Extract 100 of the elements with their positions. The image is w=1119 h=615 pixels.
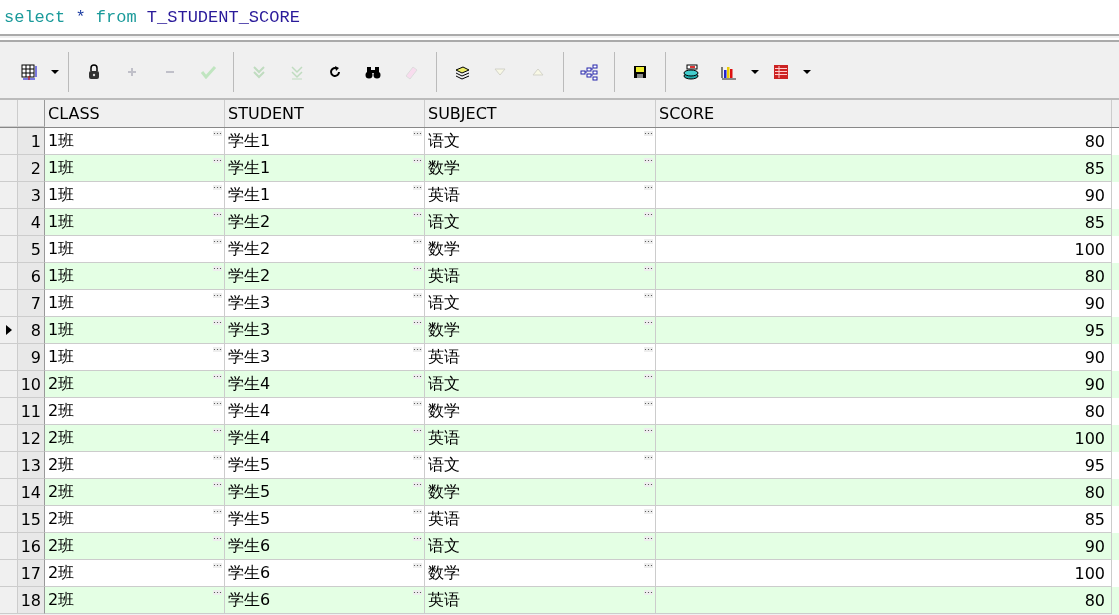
ellipsis-icon[interactable]: [413, 482, 422, 487]
ellipsis-icon[interactable]: [213, 158, 222, 163]
row-number[interactable]: 14: [18, 479, 45, 506]
ellipsis-icon[interactable]: [413, 239, 422, 244]
ellipsis-icon[interactable]: [644, 239, 653, 244]
row-number[interactable]: 9: [18, 344, 45, 371]
ellipsis-icon[interactable]: [644, 158, 653, 163]
sql-editor[interactable]: select * from T_STUDENT_SCORE: [0, 0, 1119, 36]
row-number[interactable]: 11: [18, 398, 45, 425]
table-row[interactable]: 16 2班 学生6 语文 90: [0, 533, 1119, 560]
ellipsis-icon[interactable]: [413, 536, 422, 541]
table-row[interactable]: 4 1班 学生2 语文 85: [0, 209, 1119, 236]
table-cell: 1班: [48, 292, 75, 314]
ellipsis-icon[interactable]: [413, 590, 422, 595]
ellipsis-icon[interactable]: [644, 131, 653, 136]
ellipsis-icon[interactable]: [213, 347, 222, 352]
ellipsis-icon[interactable]: [213, 509, 222, 514]
ellipsis-icon[interactable]: [213, 455, 222, 460]
row-number[interactable]: 10: [18, 371, 45, 398]
ellipsis-icon[interactable]: [213, 563, 222, 568]
row-number[interactable]: 1: [18, 128, 45, 155]
ellipsis-icon[interactable]: [644, 320, 653, 325]
ellipsis-icon[interactable]: [213, 590, 222, 595]
ellipsis-icon[interactable]: [213, 212, 222, 217]
column-header[interactable]: SCORE: [656, 100, 1112, 127]
ellipsis-icon[interactable]: [413, 185, 422, 190]
column-header[interactable]: STUDENT: [225, 100, 425, 127]
row-number[interactable]: 3: [18, 182, 45, 209]
ellipsis-icon[interactable]: [213, 428, 222, 433]
ellipsis-icon[interactable]: [213, 374, 222, 379]
table-row[interactable]: 2 1班 学生1 数学 85: [0, 155, 1119, 182]
ellipsis-icon[interactable]: [413, 455, 422, 460]
row-number[interactable]: 18: [18, 587, 45, 614]
ellipsis-icon[interactable]: [413, 509, 422, 514]
ellipsis-icon[interactable]: [644, 482, 653, 487]
ellipsis-icon[interactable]: [644, 266, 653, 271]
table-cell: 学生2: [228, 265, 271, 287]
ellipsis-icon[interactable]: [213, 320, 222, 325]
row-number[interactable]: 16: [18, 533, 45, 560]
ellipsis-icon[interactable]: [413, 374, 422, 379]
ellipsis-icon[interactable]: [413, 131, 422, 136]
ellipsis-icon[interactable]: [413, 320, 422, 325]
table-cell: 学生1: [228, 184, 271, 206]
ellipsis-icon[interactable]: [644, 347, 653, 352]
ellipsis-icon[interactable]: [213, 185, 222, 190]
row-number[interactable]: 8: [18, 317, 45, 344]
row-number[interactable]: 4: [18, 209, 45, 236]
table-cell: 2班: [48, 400, 75, 422]
table-cell: 数学: [428, 157, 460, 179]
ellipsis-icon[interactable]: [213, 401, 222, 406]
table-row[interactable]: 10 2班 学生4 语文 90: [0, 371, 1119, 398]
table-cell: 学生3: [228, 292, 271, 314]
ellipsis-icon[interactable]: [213, 266, 222, 271]
row-number[interactable]: 2: [18, 155, 45, 182]
table-cell: 语文: [428, 373, 460, 395]
row-number[interactable]: 6: [18, 263, 45, 290]
table-cell: 数学: [428, 400, 460, 422]
table-cell: 学生1: [228, 130, 271, 152]
ellipsis-icon[interactable]: [644, 563, 653, 568]
ellipsis-icon[interactable]: [644, 185, 653, 190]
column-header[interactable]: SUBJECT: [425, 100, 656, 127]
row-number[interactable]: 17: [18, 560, 45, 587]
table-cell: 95: [1084, 320, 1105, 340]
ellipsis-icon[interactable]: [413, 293, 422, 298]
ellipsis-icon[interactable]: [413, 401, 422, 406]
ellipsis-icon[interactable]: [413, 347, 422, 352]
ellipsis-icon[interactable]: [213, 536, 222, 541]
ellipsis-icon[interactable]: [413, 266, 422, 271]
table-cell: 语文: [428, 130, 460, 152]
table-row[interactable]: 8 1班 学生3 数学 95: [0, 317, 1119, 344]
row-number[interactable]: 5: [18, 236, 45, 263]
table-row[interactable]: 6 1班 学生2 英语 80: [0, 263, 1119, 290]
ellipsis-icon[interactable]: [213, 293, 222, 298]
ellipsis-icon[interactable]: [413, 212, 422, 217]
row-number[interactable]: 13: [18, 452, 45, 479]
column-header[interactable]: CLASS: [45, 100, 225, 127]
ellipsis-icon[interactable]: [413, 428, 422, 433]
ellipsis-icon[interactable]: [644, 401, 653, 406]
ellipsis-icon[interactable]: [644, 293, 653, 298]
ellipsis-icon[interactable]: [644, 590, 653, 595]
ellipsis-icon[interactable]: [644, 374, 653, 379]
ellipsis-icon[interactable]: [213, 482, 222, 487]
row-number[interactable]: 15: [18, 506, 45, 533]
row-number[interactable]: 12: [18, 425, 45, 452]
ellipsis-icon[interactable]: [644, 428, 653, 433]
ellipsis-icon[interactable]: [644, 455, 653, 460]
ellipsis-icon[interactable]: [213, 239, 222, 244]
ellipsis-icon[interactable]: [413, 563, 422, 568]
table-cell: 学生4: [228, 400, 271, 422]
table-row[interactable]: 18 2班 学生6 英语 80: [0, 587, 1119, 614]
ellipsis-icon[interactable]: [644, 509, 653, 514]
ellipsis-icon[interactable]: [644, 536, 653, 541]
ellipsis-icon[interactable]: [413, 158, 422, 163]
row-number[interactable]: 7: [18, 290, 45, 317]
table-row[interactable]: 12 2班 学生4 英语 100: [0, 425, 1119, 452]
table-row[interactable]: 14 2班 学生5 数学 80: [0, 479, 1119, 506]
ellipsis-icon[interactable]: [213, 131, 222, 136]
ellipsis-icon[interactable]: [644, 212, 653, 217]
table-cell: 80: [1084, 482, 1105, 502]
row-selector[interactable]: [0, 317, 18, 344]
